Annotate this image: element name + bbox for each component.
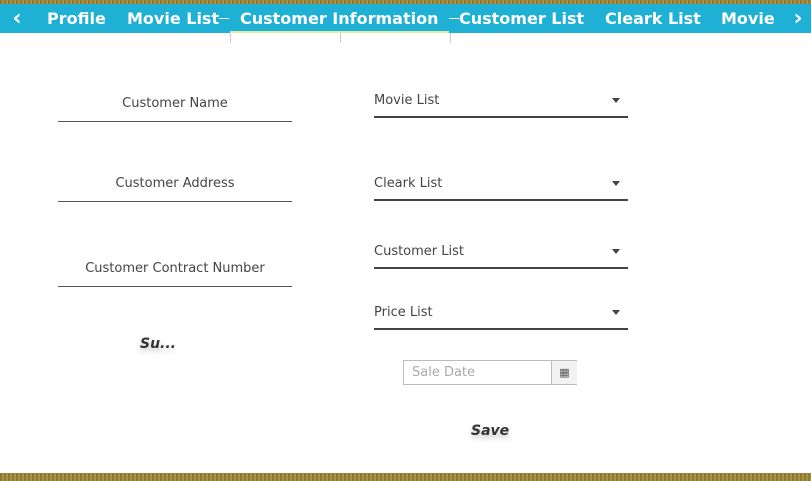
chevron-left-icon[interactable]: ‹ [2,4,32,33]
chevron-down-icon [612,98,620,103]
sale-date-input[interactable] [404,361,551,384]
customer-name-field[interactable]: Customer Name [58,96,292,122]
sale-date-picker: ▦ [403,360,577,385]
customer-address-field[interactable]: Customer Address [58,176,292,202]
cleark-list-select[interactable]: Cleark List [374,176,628,201]
chevron-down-icon [612,249,620,254]
submit-button[interactable]: Su... [140,336,176,352]
save-button[interactable]: Save [471,423,509,439]
cleark-list-select-value: Cleark List [374,176,443,191]
price-list-select-value: Price List [374,305,433,320]
calendar-icon[interactable]: ▦ [551,361,577,384]
tab-movie-list[interactable]: Movie List [127,4,219,33]
tab-separator [449,18,459,19]
movie-list-select-value: Movie List [374,93,440,108]
tab-bar: ‹ Profile Movie List Customer Informatio… [0,4,811,33]
bottom-border [0,473,811,481]
price-list-select[interactable]: Price List [374,305,628,330]
tab-movie[interactable]: Movie [721,4,775,33]
customer-contract-number-field[interactable]: Customer Contract Number [58,261,292,287]
tab-cleark-list[interactable]: Cleark List [605,4,701,33]
tab-customer-information[interactable]: Customer Information [230,4,449,33]
chevron-right-icon[interactable]: › [783,4,811,33]
tab-profile[interactable]: Profile [47,4,106,33]
customer-list-select[interactable]: Customer List [374,244,628,269]
active-tab-frame [230,33,451,43]
chevron-down-icon [612,310,620,315]
tab-customer-list[interactable]: Customer List [459,4,584,33]
tab-separator [219,18,229,19]
chevron-down-icon [612,181,620,186]
customer-list-select-value: Customer List [374,244,465,259]
movie-list-select[interactable]: Movie List [374,93,628,118]
